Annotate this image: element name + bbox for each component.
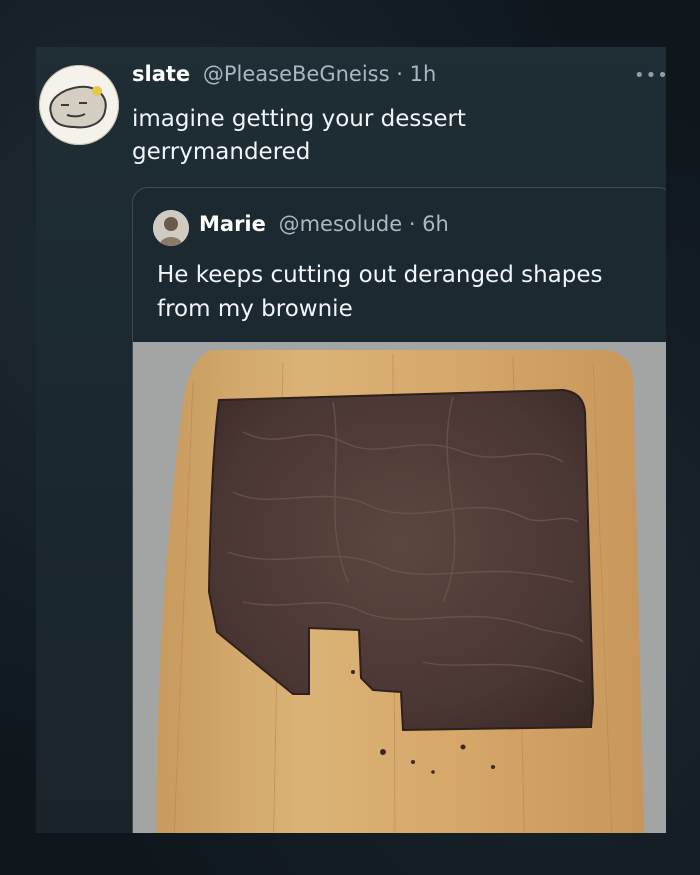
quoted-header: Marie @mesolude · 6h bbox=[199, 212, 449, 236]
brownie-image bbox=[133, 342, 666, 833]
quoted-timestamp[interactable]: · 6h bbox=[409, 212, 449, 236]
tweet-card[interactable]: slate @PleaseBeGneiss · 1h ••• imagine g… bbox=[36, 47, 666, 833]
quoted-avatar[interactable] bbox=[153, 210, 189, 246]
quoted-display-name[interactable]: Marie bbox=[199, 212, 266, 236]
quoted-handle[interactable]: @mesolude bbox=[279, 212, 403, 236]
brownie-photo[interactable] bbox=[133, 342, 666, 833]
display-name[interactable]: slate bbox=[132, 62, 190, 86]
more-options-button[interactable]: ••• bbox=[634, 67, 666, 85]
timestamp[interactable]: · 1h bbox=[396, 62, 436, 86]
tweet-header: slate @PleaseBeGneiss · 1h bbox=[132, 62, 626, 86]
more-horizontal-icon: ••• bbox=[634, 65, 666, 86]
tweet-text: imagine getting your dessert gerrymander… bbox=[132, 106, 466, 165]
avatar[interactable] bbox=[39, 65, 119, 145]
handle[interactable]: @PleaseBeGneiss bbox=[203, 62, 390, 86]
person-avatar-icon bbox=[153, 210, 189, 246]
quoted-text: He keeps cutting out deranged shapes fro… bbox=[157, 262, 603, 322]
quoted-tweet[interactable]: Marie @mesolude · 6h He keeps cutting ou… bbox=[132, 187, 666, 833]
rock-avatar-icon bbox=[49, 85, 107, 129]
